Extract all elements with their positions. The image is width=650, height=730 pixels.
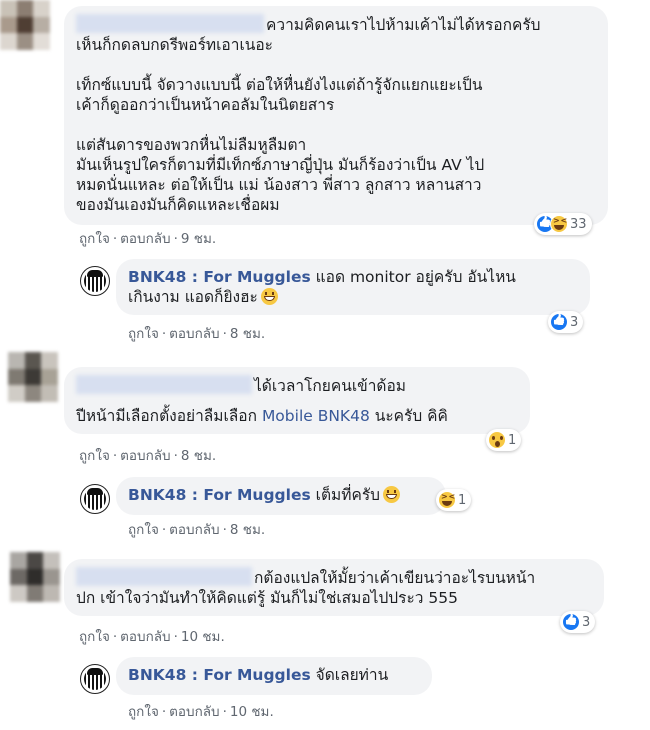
grinning-icon	[260, 288, 278, 305]
commenter-avatar[interactable]	[8, 352, 58, 402]
wow-icon	[488, 431, 506, 449]
commenter-avatar[interactable]	[0, 0, 50, 50]
blurred-commenter-name[interactable]	[76, 375, 252, 394]
reply-link[interactable]: ตอบกลับ	[169, 522, 219, 538]
reaction-count: 3	[582, 614, 591, 630]
like-link[interactable]: ถูกใจ	[128, 522, 159, 538]
page-avatar[interactable]	[80, 484, 110, 514]
haha-icon	[550, 215, 568, 233]
reaction-summary[interactable]: 1	[486, 429, 522, 451]
page-avatar[interactable]	[80, 664, 110, 694]
timestamp[interactable]: 10 ชม.	[181, 629, 225, 645]
mention-link[interactable]: Mobile BNK48	[262, 407, 370, 425]
blurred-commenter-name[interactable]	[76, 14, 264, 33]
grinning-icon	[383, 486, 400, 503]
reply-link[interactable]: ตอบกลับ	[120, 629, 170, 645]
reply-text: จัดเลยท่าน	[315, 666, 389, 684]
reply-text: เต็มที่ครับ	[315, 486, 380, 504]
comment-actions: ถูกใจ · ตอบกลับ · 8 ชม.	[128, 522, 266, 538]
comment-actions: ถูกใจ · ตอบกลับ · 10 ชม.	[79, 629, 225, 645]
comment-bubble: กต้องแปลให้มั้ยว่าเค้าเขียนว่าอะไรบนหน้า…	[64, 559, 604, 616]
timestamp[interactable]: 8 ชม.	[230, 522, 265, 538]
comment-bubble: ได้เวลาโกยคนเข้าด้อม ปีหน้ามีเลือกตั้งอย…	[64, 367, 530, 434]
page-avatar[interactable]	[80, 266, 110, 296]
reply-link[interactable]: ตอบกลับ	[169, 704, 219, 720]
comment-text: ปีหน้ามีเลือกตั้งอย่าลืมเลือก	[76, 407, 257, 425]
reply-link[interactable]: ตอบกลับ	[120, 448, 170, 464]
haha-icon	[438, 491, 456, 509]
comment-actions: ถูกใจ · ตอบกลับ · 8 ชม.	[79, 448, 217, 464]
reply-bubble: BNK48 : For Muggles จัดเลยท่าน	[116, 657, 432, 695]
page-name-link[interactable]: BNK48 : For Muggles	[128, 268, 311, 286]
reaction-summary[interactable]: 33	[534, 213, 592, 235]
comment-text: นะครับ คิคิ	[374, 407, 448, 425]
comment-actions: ถูกใจ · ตอบกลับ · 9 ชม.	[79, 231, 217, 247]
comment-actions: ถูกใจ · ตอบกลับ · 8 ชม.	[128, 326, 266, 342]
reply-bubble: BNK48 : For Muggles แอด monitor อยู่ครับ…	[116, 259, 590, 315]
comment-actions: ถูกใจ · ตอบกลับ · 10 ชม.	[128, 704, 274, 720]
commenter-avatar[interactable]	[10, 552, 60, 602]
timestamp[interactable]: 9 ชม.	[181, 231, 216, 247]
comment-text: แต่สันดารของพวกหื่นไม่ลืมหูลืมตา มันเห็น…	[76, 136, 485, 214]
page-name-link[interactable]: BNK48 : For Muggles	[128, 486, 311, 504]
comment-text: ได้เวลาโกยคนเข้าด้อม	[254, 377, 407, 395]
like-link[interactable]: ถูกใจ	[79, 629, 110, 645]
comment-bubble: ความคิดคนเราไปห้ามเค้าไม่ได้หรอกครับ เห็…	[64, 6, 608, 225]
reaction-count: 3	[570, 314, 579, 330]
reaction-count: 1	[458, 492, 467, 508]
like-icon	[550, 313, 568, 331]
like-link[interactable]: ถูกใจ	[79, 231, 110, 247]
page-name-link[interactable]: BNK48 : For Muggles	[128, 666, 311, 684]
reaction-summary[interactable]: 3	[548, 311, 584, 333]
like-icon	[562, 613, 580, 631]
reply-link[interactable]: ตอบกลับ	[169, 326, 219, 342]
reaction-summary[interactable]: 3	[560, 611, 596, 633]
reaction-count: 1	[508, 432, 517, 448]
reply-bubble: BNK48 : For Muggles เต็มที่ครับ	[116, 477, 446, 515]
timestamp[interactable]: 8 ชม.	[181, 448, 216, 464]
like-link[interactable]: ถูกใจ	[128, 704, 159, 720]
reaction-count: 33	[570, 216, 587, 232]
reply-link[interactable]: ตอบกลับ	[120, 231, 170, 247]
comment-text: เท็กซ์แบบนี้ จัดวางแบบนี้ ต่อให้หื่นยังไ…	[76, 76, 483, 114]
blurred-commenter-name[interactable]	[76, 567, 252, 586]
like-link[interactable]: ถูกใจ	[79, 448, 110, 464]
reaction-summary[interactable]: 1	[436, 489, 472, 511]
like-link[interactable]: ถูกใจ	[128, 326, 159, 342]
timestamp[interactable]: 8 ชม.	[230, 326, 265, 342]
timestamp[interactable]: 10 ชม.	[230, 704, 274, 720]
